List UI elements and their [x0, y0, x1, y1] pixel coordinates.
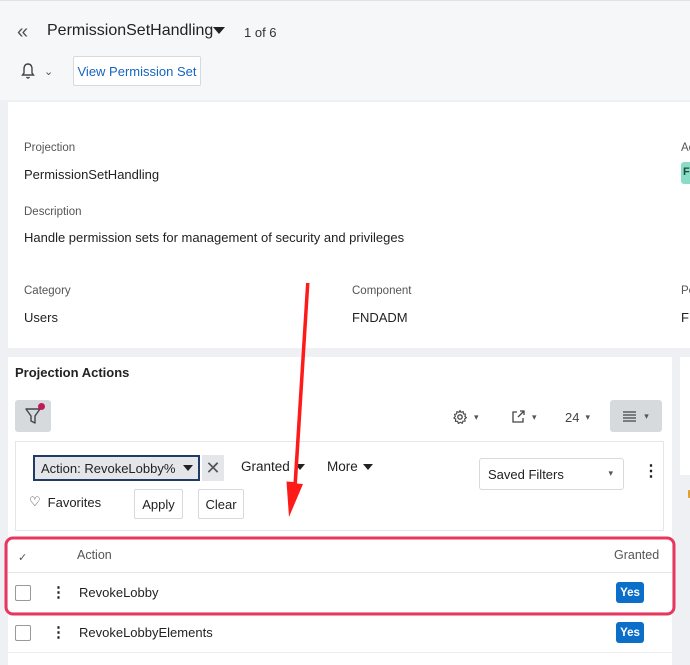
bell-icon[interactable] — [20, 62, 36, 80]
component-label: Component — [352, 285, 412, 297]
filter-button[interactable] — [15, 400, 51, 432]
table-header: ✓ Action Granted — [8, 543, 672, 573]
row-menu-icon[interactable]: ⋮ — [51, 583, 66, 601]
chevron-down-icon: ▾ — [644, 410, 649, 421]
panel-title: Projection Actions — [15, 365, 130, 380]
active-filter-indicator — [38, 403, 45, 410]
export-menu[interactable]: ▾ — [510, 407, 537, 427]
more-filters-dropdown[interactable]: More — [327, 459, 373, 474]
double-chevron-left-icon[interactable]: « — [17, 21, 28, 44]
granted-filter-label: Granted — [241, 459, 290, 474]
granted-filter-dropdown[interactable]: Granted — [241, 459, 305, 474]
caret-down-icon — [294, 463, 305, 470]
active-filter-chip[interactable]: Action: RevokeLobby% — [33, 455, 200, 481]
page-title: PermissionSetHandling — [47, 22, 214, 39]
page-header: « PermissionSetHandling 1 of 6 ⌄ View Pe… — [0, 0, 690, 100]
granted-badge: Yes — [616, 582, 644, 603]
description-value: Handle permission sets for management of… — [24, 230, 405, 245]
favorites-label: Favorites — [47, 494, 102, 510]
table-row[interactable]: ⋮ RevokeLobby Yes — [8, 573, 672, 613]
cut-off-value: FI — [681, 310, 690, 325]
chevron-down-icon: ▾ — [532, 411, 537, 422]
action-cell: RevokeLobby — [79, 585, 159, 600]
granted-badge: Yes — [616, 622, 644, 643]
row-menu-icon[interactable]: ⋮ — [51, 623, 66, 641]
chevron-down-icon: ▾ — [608, 468, 613, 478]
cut-off-label: Pe — [681, 285, 690, 297]
gear-icon — [453, 409, 468, 425]
favorites-button[interactable]: ♡ Favorites — [29, 494, 101, 510]
row-checkbox[interactable] — [15, 585, 31, 601]
row-checkbox[interactable] — [15, 625, 31, 641]
filter-icon — [25, 408, 41, 424]
export-icon — [512, 410, 525, 423]
action-cell: RevokeLobbyElements — [79, 625, 213, 640]
description-label: Description — [24, 206, 82, 218]
side-panel — [680, 357, 690, 475]
select-all-check-icon[interactable]: ✓ — [18, 551, 27, 564]
more-filters-label: More — [327, 459, 358, 474]
status-badge: F — [681, 162, 690, 184]
active-filter-label: Action: RevokeLobby% — [41, 460, 176, 476]
component-value: FNDADM — [352, 310, 408, 325]
column-header-granted[interactable]: Granted — [614, 548, 659, 562]
apply-button[interactable]: Apply — [134, 489, 183, 519]
category-label: Category — [24, 285, 71, 297]
cut-off-label: Ac — [681, 142, 690, 154]
projection-value: PermissionSetHandling — [24, 167, 160, 182]
column-header-action[interactable]: Action — [77, 548, 112, 562]
chevron-down-icon: ▾ — [474, 411, 479, 422]
page-size-value: 24 — [565, 409, 580, 425]
list-view-icon — [623, 411, 637, 422]
settings-menu[interactable]: ▾ — [452, 407, 479, 427]
filter-panel: Action: RevokeLobby% ✕ Granted More Save… — [15, 441, 664, 531]
page-size-select[interactable]: 24 ▾ — [565, 407, 590, 427]
more-options-icon[interactable]: ⋮ — [643, 464, 659, 480]
chevron-down-icon[interactable]: ⌄ — [44, 65, 53, 78]
title-dropdown-caret-icon[interactable] — [213, 27, 225, 34]
view-permission-set-button[interactable]: View Permission Set — [73, 56, 201, 86]
category-value: Users — [24, 310, 58, 325]
clear-button[interactable]: Clear — [198, 489, 244, 519]
record-counter: 1 of 6 — [244, 25, 277, 40]
details-card: Projection PermissionSetHandling Descrip… — [8, 102, 690, 348]
projection-label: Projection — [24, 142, 76, 154]
saved-filters-label: Saved Filters — [488, 466, 564, 482]
chevron-down-icon — [183, 465, 193, 471]
chevron-down-icon: ▾ — [585, 411, 590, 422]
table-row[interactable]: ⋮ RevokeLobbyElements Yes — [8, 613, 672, 653]
saved-filters-select[interactable]: Saved Filters ▾ — [479, 458, 624, 490]
close-icon[interactable]: ✕ — [202, 455, 224, 481]
heart-icon: ♡ — [29, 494, 41, 509]
view-mode-toggle[interactable]: ▾ — [610, 400, 662, 432]
caret-down-icon — [362, 463, 373, 470]
projection-actions-panel: Projection Actions ▾ ▾ 24 ▾ ▾ Action: Re… — [8, 357, 672, 665]
